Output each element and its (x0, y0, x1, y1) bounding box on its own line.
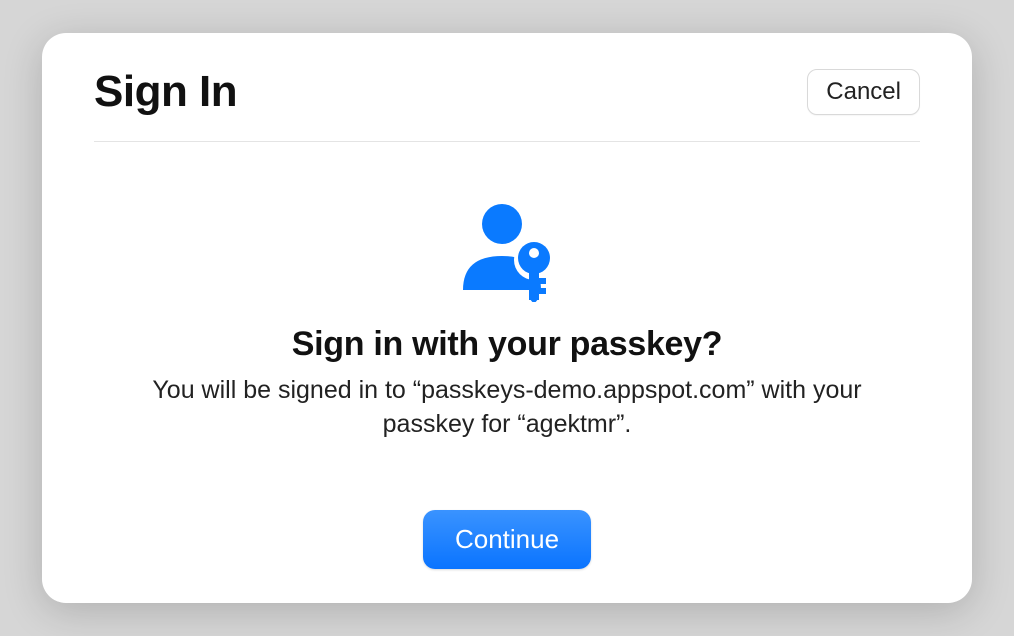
modal-header: Sign In Cancel (94, 67, 920, 142)
passkey-user-icon (452, 198, 562, 307)
prompt-description: You will be signed in to “passkeys-demo.… (127, 374, 887, 442)
prompt-heading: Sign in with your passkey? (292, 325, 723, 364)
cancel-button[interactable]: Cancel (807, 69, 920, 115)
modal-body: Sign in with your passkey? You will be s… (94, 142, 920, 569)
continue-button[interactable]: Continue (423, 510, 591, 569)
modal-title: Sign In (94, 67, 237, 117)
sign-in-modal: Sign In Cancel Sig (42, 33, 972, 603)
